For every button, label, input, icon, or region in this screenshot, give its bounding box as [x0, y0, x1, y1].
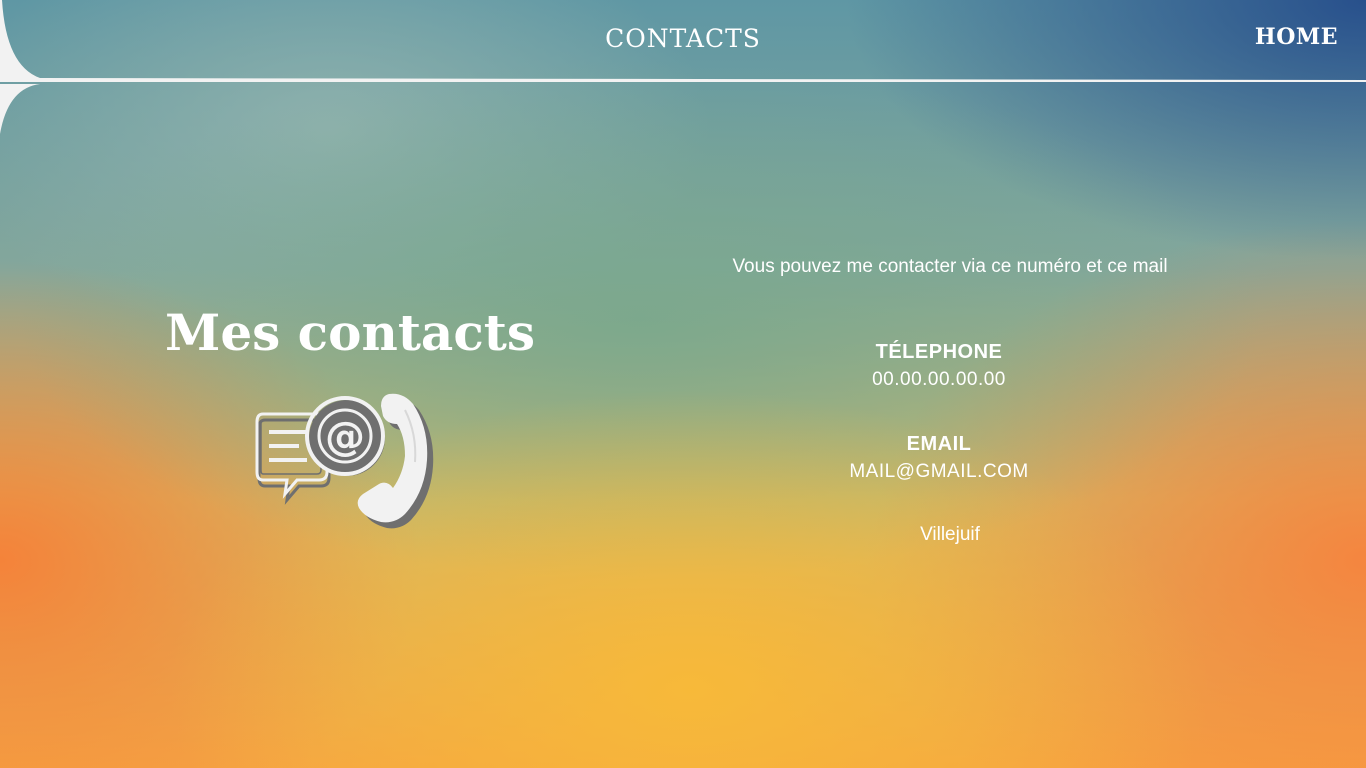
top-nav-bar: CONTACTS HOME: [0, 0, 1366, 82]
intro-text: Vous pouvez me contacter via ce numéro e…: [732, 256, 1168, 277]
email-block: EMAIL MAIL@GMAIL.COM: [628, 430, 1250, 486]
city-text: Villejuif: [920, 524, 980, 545]
phone-number: 00.00.00.00.00: [872, 369, 1006, 390]
email-address: MAIL@GMAIL.COM: [849, 461, 1029, 482]
nav-title: CONTACTS: [605, 24, 761, 53]
content-frame-corner: [0, 84, 40, 134]
page-title: Mes contacts: [164, 303, 536, 362]
svg-text:@: @: [325, 414, 365, 460]
contacts-title-section: Mes contacts: [140, 300, 560, 366]
contact-details: Vous pouvez me contacter via ce numéro e…: [650, 252, 1250, 549]
home-link[interactable]: HOME: [1255, 24, 1338, 50]
contact-email-phone-icon: @: [255, 393, 434, 529]
phone-block: TÉLEPHONE 00.00.00.00.00: [628, 338, 1250, 394]
email-label: EMAIL: [906, 433, 972, 455]
phone-label: TÉLEPHONE: [875, 341, 1003, 363]
